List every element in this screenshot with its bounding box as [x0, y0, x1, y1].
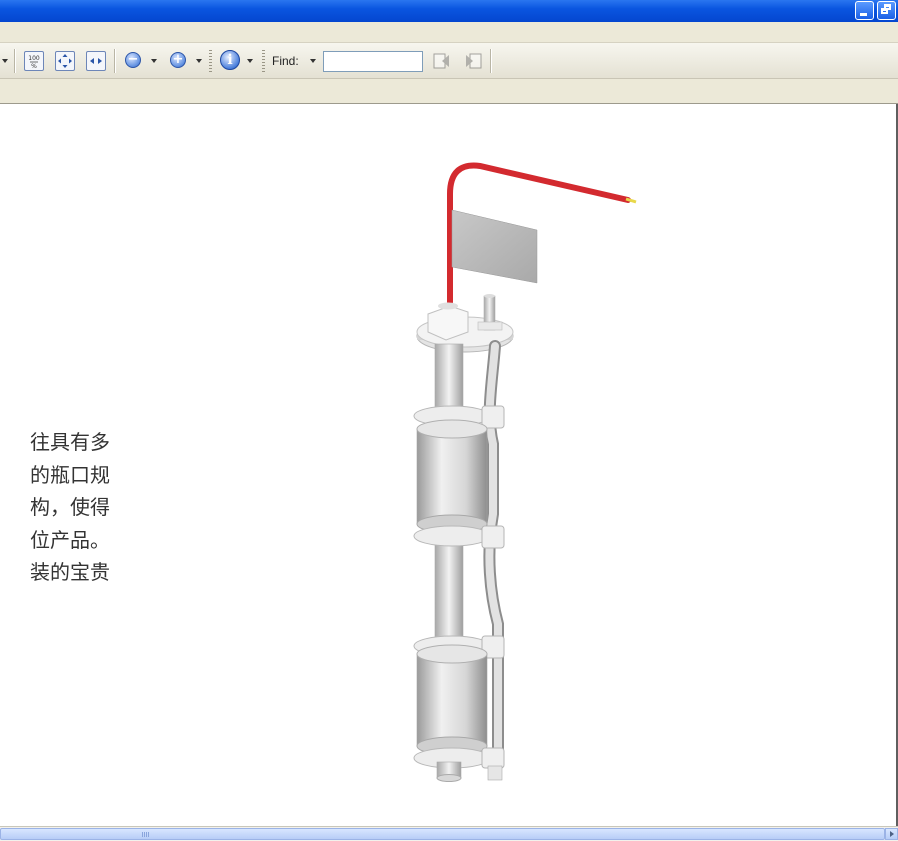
toolbar-separator [490, 49, 491, 73]
find-next-icon [466, 53, 482, 69]
float-switch-product-image [413, 162, 637, 782]
minimize-button[interactable] [855, 1, 874, 20]
find-next-button[interactable] [462, 51, 484, 71]
scroll-right-arrow-icon[interactable] [885, 828, 898, 840]
actual-size-button[interactable]: 100 % [24, 51, 44, 71]
find-options-arrow-icon[interactable] [310, 59, 316, 63]
zoom-in-dropdown-arrow-icon[interactable] [196, 59, 202, 63]
zoom-out-icon[interactable]: − [125, 52, 141, 68]
find-input[interactable] [323, 51, 423, 72]
restore-button[interactable] [877, 1, 896, 20]
secondary-toolbar-strip [0, 79, 898, 104]
info-icon[interactable]: i [220, 50, 240, 70]
toolbar: 100 % − + i Find: [0, 43, 898, 79]
text-line: 的瓶口规 [30, 462, 110, 487]
text-line: 位产品。 [30, 527, 110, 552]
actual-size-icon: 100 % [28, 55, 40, 70]
toolbar-grip [262, 50, 265, 72]
float-2 [416, 653, 488, 747]
text-line: 构，使得 [30, 495, 110, 519]
zoom-in-icon[interactable]: + [170, 52, 186, 68]
fit-page-icon [58, 54, 72, 68]
find-label: Find: [272, 54, 299, 68]
fit-width-icon [90, 58, 102, 64]
info-dropdown-arrow-icon[interactable] [247, 59, 253, 63]
text-line: 往具有多 [30, 430, 110, 454]
toolbar-separator [114, 49, 115, 73]
fit-width-button[interactable] [86, 51, 106, 71]
scrollbar-grip [142, 832, 150, 837]
zoom-dropdown-arrow-icon[interactable] [2, 59, 8, 63]
toolbar-separator [14, 49, 15, 73]
scrollbar-thumb[interactable] [0, 828, 885, 840]
fit-page-button[interactable] [55, 51, 75, 71]
document-view[interactable]: 往具有多 的瓶口规 构，使得 位产品。 装的宝贵 [0, 104, 898, 826]
menu-bar [0, 22, 898, 43]
find-previous-icon [433, 53, 449, 69]
toolbar-grip [209, 50, 212, 72]
svg-text:%: % [31, 63, 37, 70]
float-1 [416, 428, 488, 525]
horizontal-scrollbar[interactable] [0, 826, 898, 841]
title-bar [0, 0, 898, 22]
clamp-bracket [413, 525, 491, 547]
document-text: 往具有多 的瓶口规 构，使得 位产品。 装的宝贵 [0, 426, 110, 589]
zoom-out-dropdown-arrow-icon[interactable] [151, 59, 157, 63]
text-line: 装的宝贵 [30, 560, 110, 584]
find-previous-button[interactable] [431, 51, 453, 71]
label-flag [451, 209, 538, 284]
svg-text:100: 100 [28, 55, 40, 62]
